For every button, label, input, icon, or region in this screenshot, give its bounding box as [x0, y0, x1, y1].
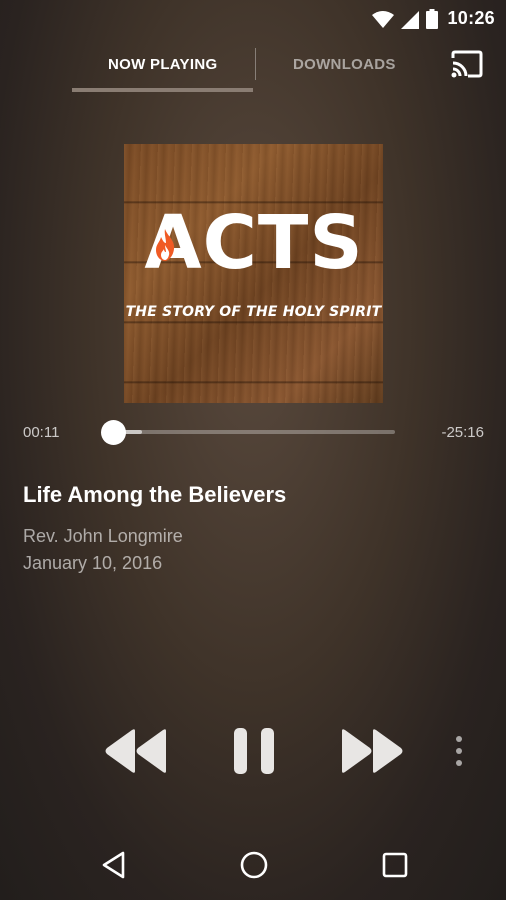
home-icon [240, 851, 268, 879]
recents-button[interactable] [380, 850, 410, 880]
status-icons [372, 9, 438, 29]
wifi-icon [372, 11, 394, 28]
elapsed-time: 00:11 [23, 424, 60, 441]
cellular-signal-icon [401, 11, 419, 29]
fast-forward-icon [342, 729, 403, 773]
rewind-icon [105, 729, 166, 773]
rewind-button[interactable] [104, 728, 168, 774]
seek-bar[interactable] [114, 430, 395, 434]
back-icon [102, 851, 125, 879]
pause-icon [234, 728, 274, 774]
fast-forward-button[interactable] [340, 728, 404, 774]
remaining-time: -25:16 [441, 424, 484, 441]
seek-thumb[interactable] [101, 420, 126, 445]
cast-button[interactable] [450, 49, 484, 79]
tab-downloads[interactable]: DOWNLOADS [293, 56, 396, 73]
battery-icon [426, 9, 438, 29]
tab-bar: NOW PLAYING DOWNLOADS [0, 46, 506, 94]
tab-divider [255, 48, 256, 80]
track-title: Life Among the Believers [23, 482, 287, 507]
cast-icon [451, 50, 483, 78]
album-artwork: ACTS THE STORY OF THE HOLY SPIRIT [124, 144, 383, 403]
navigation-bar [0, 830, 506, 900]
recents-icon [382, 852, 408, 878]
speaker-name: Rev. John Longmire [23, 526, 183, 546]
more-vert-icon [456, 736, 462, 766]
home-button[interactable] [239, 850, 269, 880]
status-time: 10:26 [447, 8, 495, 28]
flame-icon [156, 229, 175, 261]
artwork-subtitle: THE STORY OF THE HOLY SPIRIT [125, 304, 382, 320]
status-bar: 10:26 [0, 0, 506, 36]
more-options-button[interactable] [452, 735, 466, 769]
pause-button[interactable] [233, 727, 275, 775]
active-tab-indicator [72, 88, 253, 92]
track-date: January 10, 2016 [23, 553, 163, 573]
back-button[interactable] [100, 850, 130, 880]
tab-now-playing[interactable]: NOW PLAYING [108, 56, 217, 73]
